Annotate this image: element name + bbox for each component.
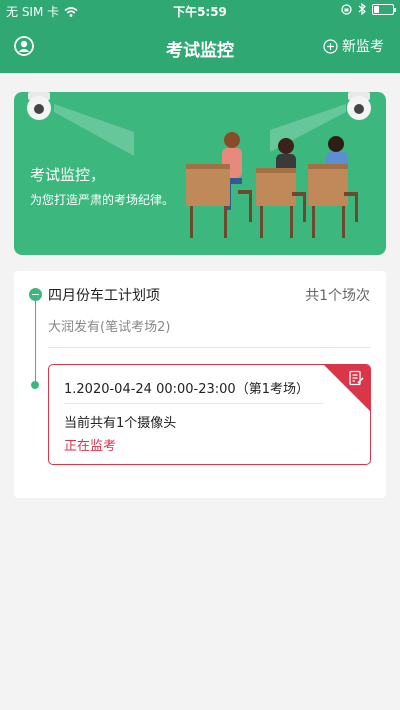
nav-bar: 考试监控 新监考: [0, 22, 400, 73]
session-time: 1.2020-04-24 00:00-23:00（第1考场）: [64, 382, 309, 397]
new-proctor-button[interactable]: 新监考: [323, 36, 384, 56]
bluetooth-icon: [358, 3, 366, 15]
session-card[interactable]: 1.2020-04-24 00:00-23:00（第1考场） 当前共有1个摄像头…: [48, 364, 371, 465]
divider: [48, 347, 370, 348]
new-proctor-label: 新监考: [342, 39, 384, 55]
exam-monitor-banner: 考试监控， 为您打造严肃的考场纪律。: [14, 92, 386, 255]
left-camera-icon: [27, 92, 134, 156]
session-status: 正在监考: [64, 439, 117, 454]
plan-title: 四月份车工计划项: [48, 288, 160, 304]
timeline-line: [35, 301, 36, 385]
session-camera-count: 当前共有1个摄像头: [64, 416, 177, 431]
plus-circle-icon: [323, 38, 338, 54]
banner-title: 考试监控，: [30, 166, 106, 184]
edit-note-icon: [349, 370, 364, 386]
session-divider: [64, 403, 324, 404]
top-bar: 无 SIM 卡 下午5:59 考试监控 新监考: [0, 0, 400, 73]
plan-location: 大润发有(笔试考场2): [48, 320, 171, 335]
status-bar: 无 SIM 卡 下午5:59: [0, 0, 400, 22]
plan-session-count: 共1个场次: [305, 288, 370, 304]
orientation-lock-icon: [341, 3, 352, 15]
status-time: 下午5:59: [173, 5, 227, 19]
exam-plan-card: 四月份车工计划项 共1个场次 大润发有(笔试考场2) 1.2020-04-24 …: [14, 271, 386, 498]
banner-subtitle: 为您打造严肃的考场纪律。: [30, 193, 175, 207]
status-right: [341, 3, 396, 15]
battery-fill: [374, 5, 380, 13]
battery-icon: [372, 3, 396, 15]
collapse-icon[interactable]: [29, 288, 42, 301]
timeline-dot: [31, 381, 39, 389]
